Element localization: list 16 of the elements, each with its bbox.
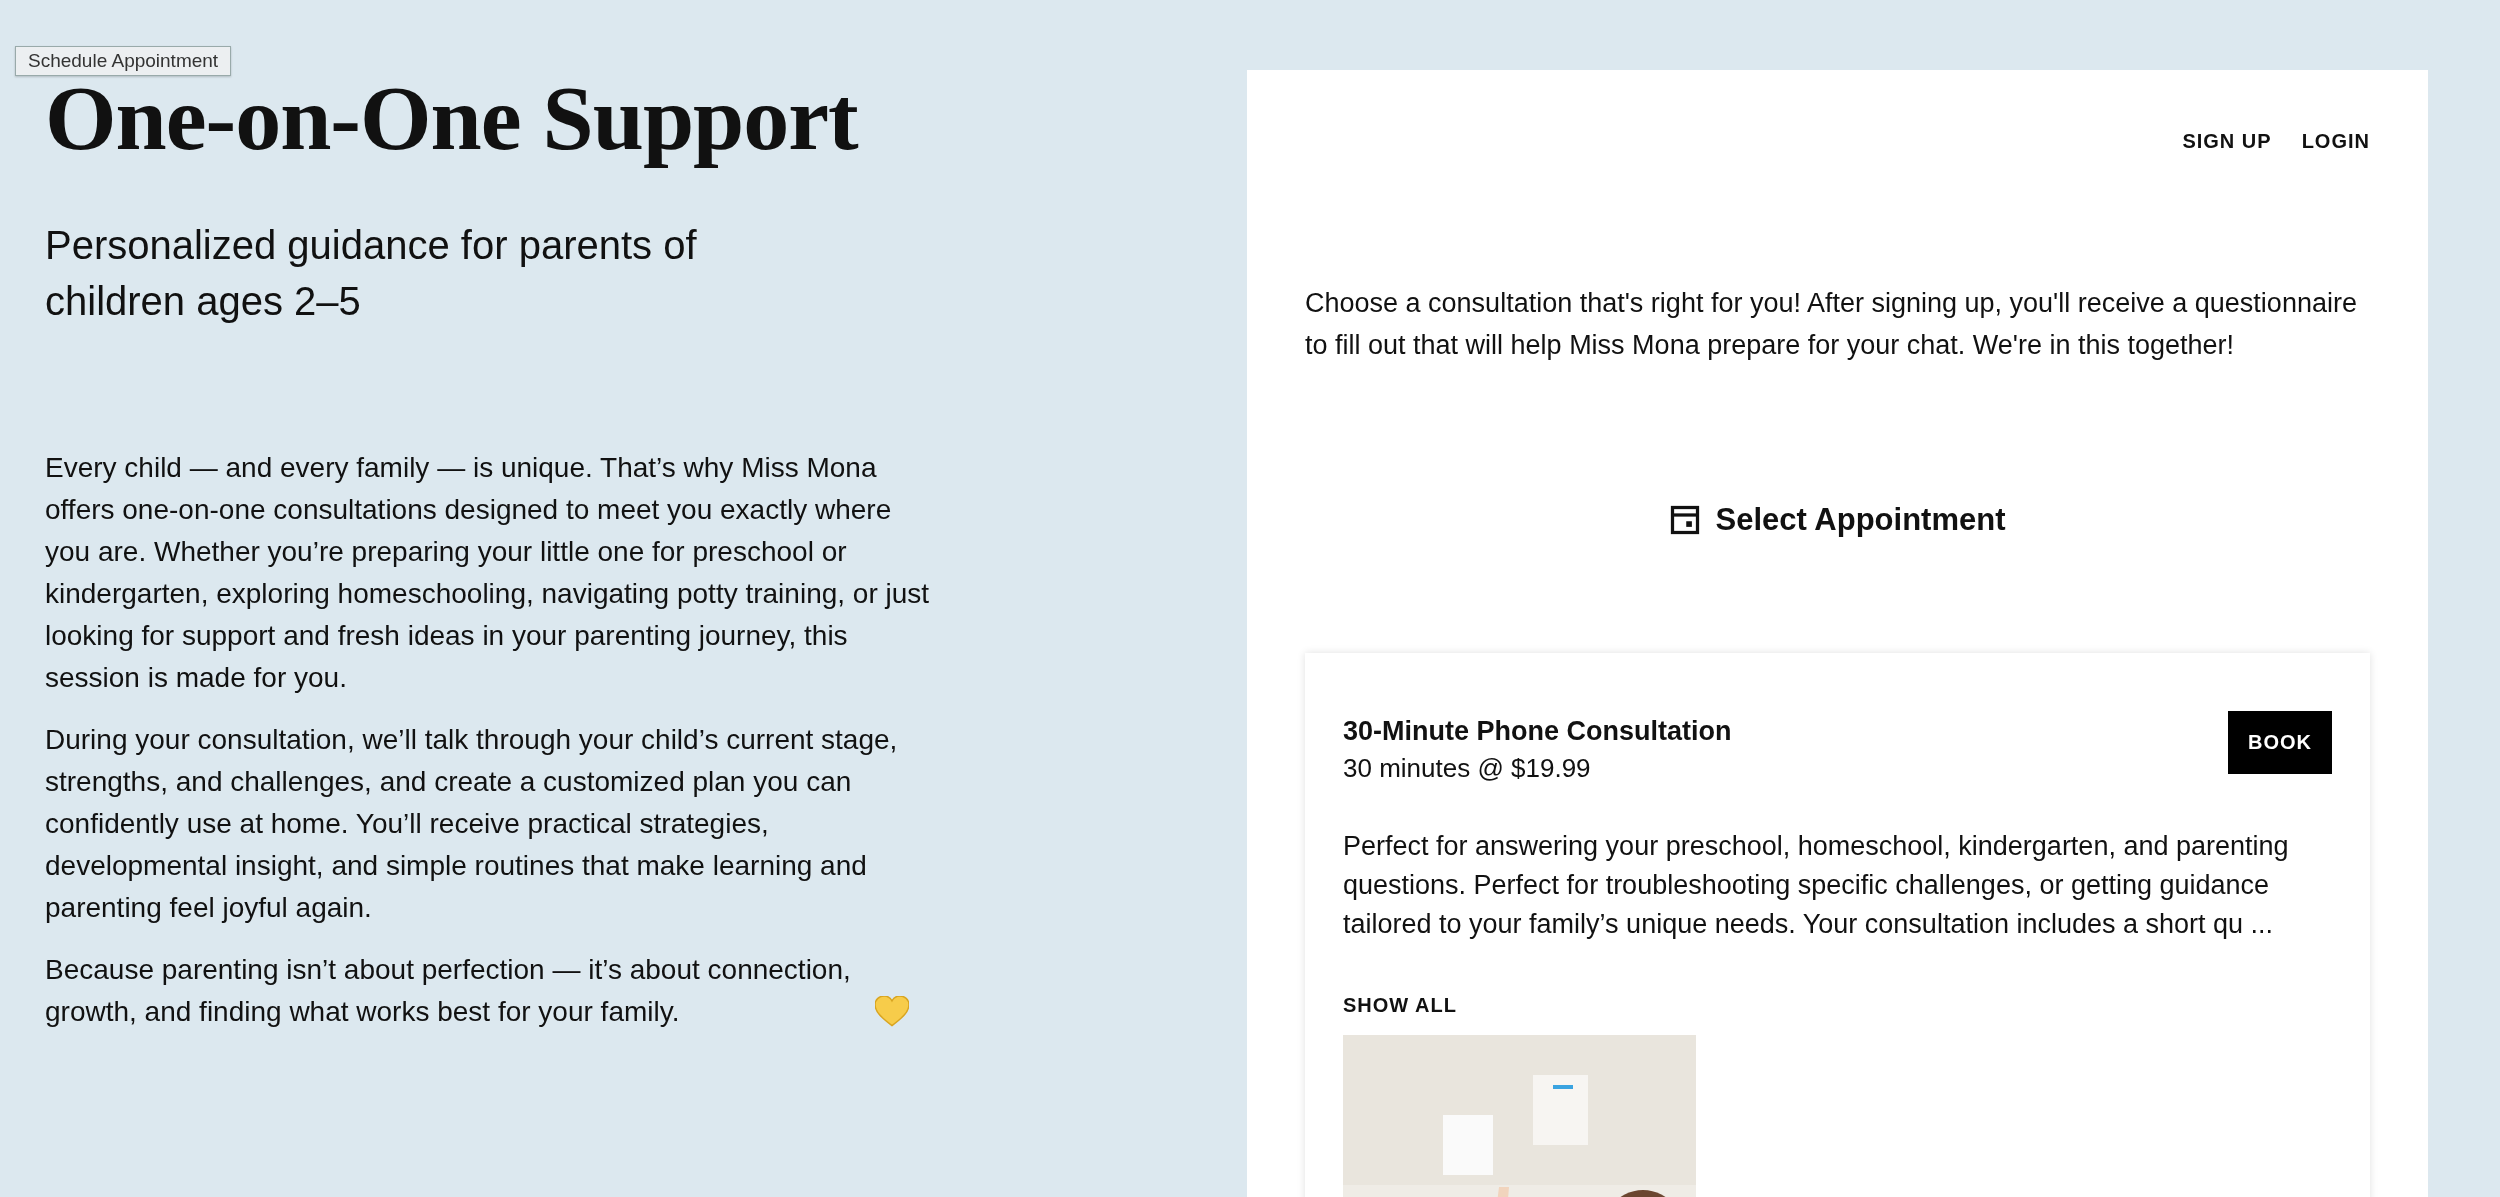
calendar-icon bbox=[1669, 504, 1700, 535]
paragraph: During your consultation, we’ll talk through your child’s current stage, strengths, and challenges, and create a customized plan you can confidently use at home. You’ll receive practical strategies, developmental insight, and simple routines that make learning and parenting feel joyful again. bbox=[45, 724, 898, 924]
appointment-description: Perfect for answering your preschool, homeschool, kindergarten, and parenting questions. Perfect for troubleshooting specific challenges, or getting guidance tailored to your family’s unique needs. Your consultation includes a short qu ... bbox=[1343, 829, 2290, 942]
subtitle: Personalized guidance for parents of children ages 2–5 bbox=[45, 222, 698, 326]
nav-link[interactable]: SIGN UP bbox=[2182, 130, 2272, 153]
show-all-link[interactable]: SHOW ALL bbox=[1343, 994, 1457, 1018]
tooltip: Schedule Appointment bbox=[15, 46, 232, 76]
nav-link[interactable]: LOGIN bbox=[2301, 130, 2370, 153]
paragraph: Because parenting isn’t about perfection — it’s about connection, growth, and finding what works best for your family. bbox=[45, 953, 852, 1030]
book-button[interactable]: BOOK bbox=[2228, 710, 2332, 774]
section-title: Select Appointment bbox=[1715, 501, 2006, 538]
appointment-price: 30 minutes @ $19.99 bbox=[1343, 752, 1592, 786]
appointment-name: 30-Minute Phone Consultation bbox=[1343, 714, 1732, 748]
intro-text: Choose a consultation that's right for you! After signing up, you'll receive a questionnaire to fill out that will help Miss Mona prepare for your chat. We're in this together! bbox=[1305, 287, 2358, 362]
heart-icon bbox=[875, 996, 909, 1028]
paragraph: Every child — and every family — is unique. That’s why Miss Mona offers one-on-one consultations designed to meet you exactly where you are. Whether you’re preparing your little one for preschool or kindergarten, exploring homeschooling, navigating potty training, or just looking for support and fresh ideas in your parenting journey, this session is made for you. bbox=[45, 452, 930, 694]
